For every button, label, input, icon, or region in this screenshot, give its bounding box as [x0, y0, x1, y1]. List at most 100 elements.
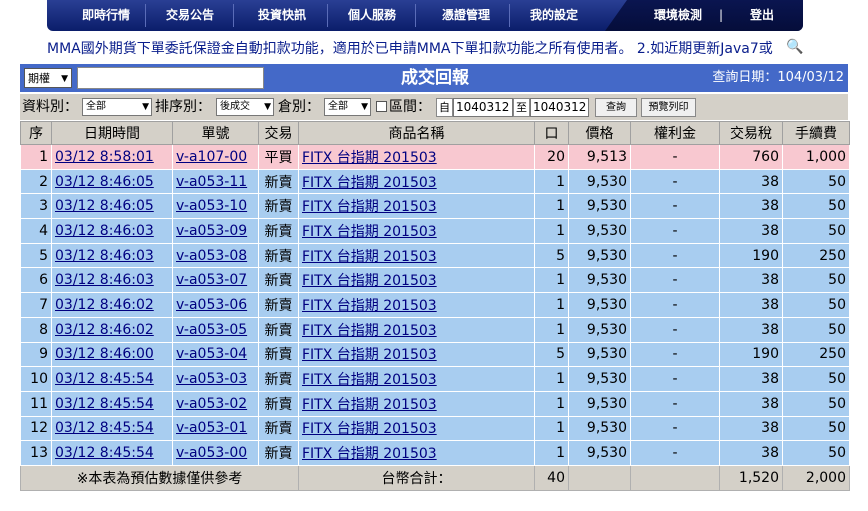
- row-time-link[interactable]: 03/12 8:46:05: [55, 174, 154, 190]
- row-product[interactable]: FITX 台指期 201503: [298, 415, 535, 442]
- row-order-link[interactable]: v-a053-00: [176, 445, 247, 461]
- table-row[interactable]: 10 03/12 8:45:54 v-a053-03 新賣 FITX 台指期 20150…: [20, 366, 850, 392]
- table-row[interactable]: 13 03/12 8:45:54 v-a053-00 新賣 FITX 台指期 20150…: [20, 440, 850, 466]
- table-row[interactable]: 6 03/12 8:46:03 v-a053-07 新賣 FITX 台指期 201503…: [20, 267, 850, 294]
- nav-certificate[interactable]: 憑證管理: [431, 0, 501, 31]
- row-product[interactable]: FITX 台指期 201503: [298, 242, 535, 269]
- row-product-link[interactable]: FITX 台指期 201503: [302, 273, 437, 289]
- row-time[interactable]: 03/12 8:45:54: [51, 390, 173, 417]
- row-order[interactable]: v-a053-10: [172, 193, 259, 220]
- row-product-link[interactable]: FITX 台指期 201503: [302, 298, 437, 314]
- row-order[interactable]: v-a053-03: [172, 366, 259, 392]
- row-time[interactable]: 03/12 8:45:54: [51, 366, 173, 392]
- row-product-link[interactable]: FITX 台指期 201503: [302, 372, 437, 388]
- nav-announcements[interactable]: 交易公告: [155, 0, 225, 31]
- table-row[interactable]: 9 03/12 8:46:00 v-a053-04 新賣 FITX 台指期 201503…: [20, 341, 850, 368]
- row-order-link[interactable]: v-a053-09: [176, 223, 247, 239]
- logout-button[interactable]: 登出: [737, 0, 787, 31]
- row-order-link[interactable]: v-a053-11: [176, 174, 247, 190]
- type-select[interactable]: 全部 ▼: [82, 98, 152, 116]
- market-select[interactable]: 期權 ▼: [24, 68, 72, 88]
- nav-news[interactable]: 投資快訊: [247, 0, 317, 31]
- warehouse-select[interactable]: 全部 ▼: [324, 98, 371, 116]
- row-product-link[interactable]: FITX 台指期 201503: [302, 421, 437, 437]
- row-time[interactable]: 03/12 8:46:05: [51, 168, 173, 195]
- row-time-link[interactable]: 03/12 8:45:54: [55, 371, 154, 387]
- row-time-link[interactable]: 03/12 8:46:03: [55, 223, 154, 239]
- row-time[interactable]: 03/12 8:46:03: [51, 218, 173, 244]
- row-time[interactable]: 03/12 8:46:02: [51, 316, 173, 343]
- table-row[interactable]: 11 03/12 8:45:54 v-a053-02 新賣 FITX 台指期 20150…: [20, 390, 850, 417]
- row-time[interactable]: 03/12 8:46:03: [51, 242, 173, 269]
- row-product-link[interactable]: FITX 台指期 201503: [302, 199, 437, 215]
- table-row[interactable]: 1 03/12 8:58:01 v-a107-00 平買 FITX 台指期 201503…: [20, 144, 850, 170]
- row-product-link[interactable]: FITX 台指期 201503: [302, 175, 437, 191]
- print-preview-button[interactable]: 預覽列印: [641, 98, 696, 117]
- row-product[interactable]: FITX 台指期 201503: [298, 218, 535, 244]
- row-product[interactable]: FITX 台指期 201503: [298, 390, 535, 417]
- table-row[interactable]: 2 03/12 8:46:05 v-a053-11 新賣 FITX 台指期 201503…: [20, 168, 850, 195]
- row-product-link[interactable]: FITX 台指期 201503: [302, 150, 437, 166]
- row-order-link[interactable]: v-a053-03: [176, 371, 247, 387]
- row-order-link[interactable]: v-a053-07: [176, 272, 247, 288]
- row-product[interactable]: FITX 台指期 201503: [298, 144, 535, 170]
- row-order[interactable]: v-a053-05: [172, 316, 259, 343]
- row-order-link[interactable]: v-a053-01: [176, 420, 247, 436]
- row-order[interactable]: v-a107-00: [172, 144, 259, 170]
- row-time-link[interactable]: 03/12 8:46:05: [55, 198, 154, 214]
- table-row[interactable]: 4 03/12 8:46:03 v-a053-09 新賣 FITX 台指期 201503…: [20, 218, 850, 244]
- nav-personal[interactable]: 個人服務: [337, 0, 407, 31]
- row-time[interactable]: 03/12 8:46:03: [51, 267, 173, 294]
- row-product-link[interactable]: FITX 台指期 201503: [302, 446, 437, 462]
- table-row[interactable]: 3 03/12 8:46:05 v-a053-10 新賣 FITX 台指期 201503…: [20, 193, 850, 220]
- row-product-link[interactable]: FITX 台指期 201503: [302, 347, 437, 363]
- row-product-link[interactable]: FITX 台指期 201503: [302, 323, 437, 339]
- table-row[interactable]: 5 03/12 8:46:03 v-a053-08 新賣 FITX 台指期 201503…: [20, 242, 850, 269]
- row-order[interactable]: v-a053-07: [172, 267, 259, 294]
- nav-env-check[interactable]: 環境檢測: [643, 0, 713, 31]
- row-time-link[interactable]: 03/12 8:46:02: [55, 322, 154, 338]
- row-time-link[interactable]: 03/12 8:45:54: [55, 445, 154, 461]
- nav-quotes[interactable]: 即時行情: [71, 0, 141, 31]
- row-time-link[interactable]: 03/12 8:45:54: [55, 396, 154, 412]
- row-order[interactable]: v-a053-08: [172, 242, 259, 269]
- row-time[interactable]: 03/12 8:45:54: [51, 440, 173, 466]
- sort-select[interactable]: 後成交 ▼: [216, 98, 274, 116]
- row-product[interactable]: FITX 台指期 201503: [298, 341, 535, 368]
- table-row[interactable]: 7 03/12 8:46:02 v-a053-06 新賣 FITX 台指期 201503…: [20, 292, 850, 318]
- row-product-link[interactable]: FITX 台指期 201503: [302, 397, 437, 413]
- row-product[interactable]: FITX 台指期 201503: [298, 193, 535, 220]
- to-date-input[interactable]: 1040312: [530, 98, 589, 117]
- row-product[interactable]: FITX 台指期 201503: [298, 267, 535, 294]
- row-order[interactable]: v-a053-11: [172, 168, 259, 195]
- row-time[interactable]: 03/12 8:46:00: [51, 341, 173, 368]
- row-time-link[interactable]: 03/12 8:46:03: [55, 272, 154, 288]
- row-order[interactable]: v-a053-04: [172, 341, 259, 368]
- from-date-input[interactable]: 1040312: [453, 98, 513, 117]
- row-order[interactable]: v-a053-09: [172, 218, 259, 244]
- row-order-link[interactable]: v-a053-10: [176, 198, 247, 214]
- table-row[interactable]: 12 03/12 8:45:54 v-a053-01 新賣 FITX 台指期 20150…: [20, 415, 850, 442]
- row-product-link[interactable]: FITX 台指期 201503: [302, 224, 437, 240]
- row-order[interactable]: v-a053-01: [172, 415, 259, 442]
- row-product[interactable]: FITX 台指期 201503: [298, 168, 535, 195]
- row-time-link[interactable]: 03/12 8:45:54: [55, 420, 154, 436]
- row-time-link[interactable]: 03/12 8:46:00: [55, 346, 154, 362]
- table-row[interactable]: 8 03/12 8:46:02 v-a053-05 新賣 FITX 台指期 201503…: [20, 316, 850, 343]
- row-time-link[interactable]: 03/12 8:46:03: [55, 248, 154, 264]
- row-order[interactable]: v-a053-06: [172, 292, 259, 318]
- range-checkbox[interactable]: [376, 101, 387, 112]
- row-product-link[interactable]: FITX 台指期 201503: [302, 249, 437, 265]
- row-product[interactable]: FITX 台指期 201503: [298, 366, 535, 392]
- row-time[interactable]: 03/12 8:46:02: [51, 292, 173, 318]
- row-time-link[interactable]: 03/12 8:58:01: [55, 149, 154, 165]
- row-product[interactable]: FITX 台指期 201503: [298, 440, 535, 466]
- row-order-link[interactable]: v-a107-00: [176, 149, 247, 165]
- row-time-link[interactable]: 03/12 8:46:02: [55, 297, 154, 313]
- row-time[interactable]: 03/12 8:45:54: [51, 415, 173, 442]
- account-input[interactable]: [77, 67, 264, 89]
- row-order-link[interactable]: v-a053-06: [176, 297, 247, 313]
- row-order[interactable]: v-a053-02: [172, 390, 259, 417]
- nav-settings[interactable]: 我的設定: [519, 0, 589, 31]
- row-product[interactable]: FITX 台指期 201503: [298, 292, 535, 318]
